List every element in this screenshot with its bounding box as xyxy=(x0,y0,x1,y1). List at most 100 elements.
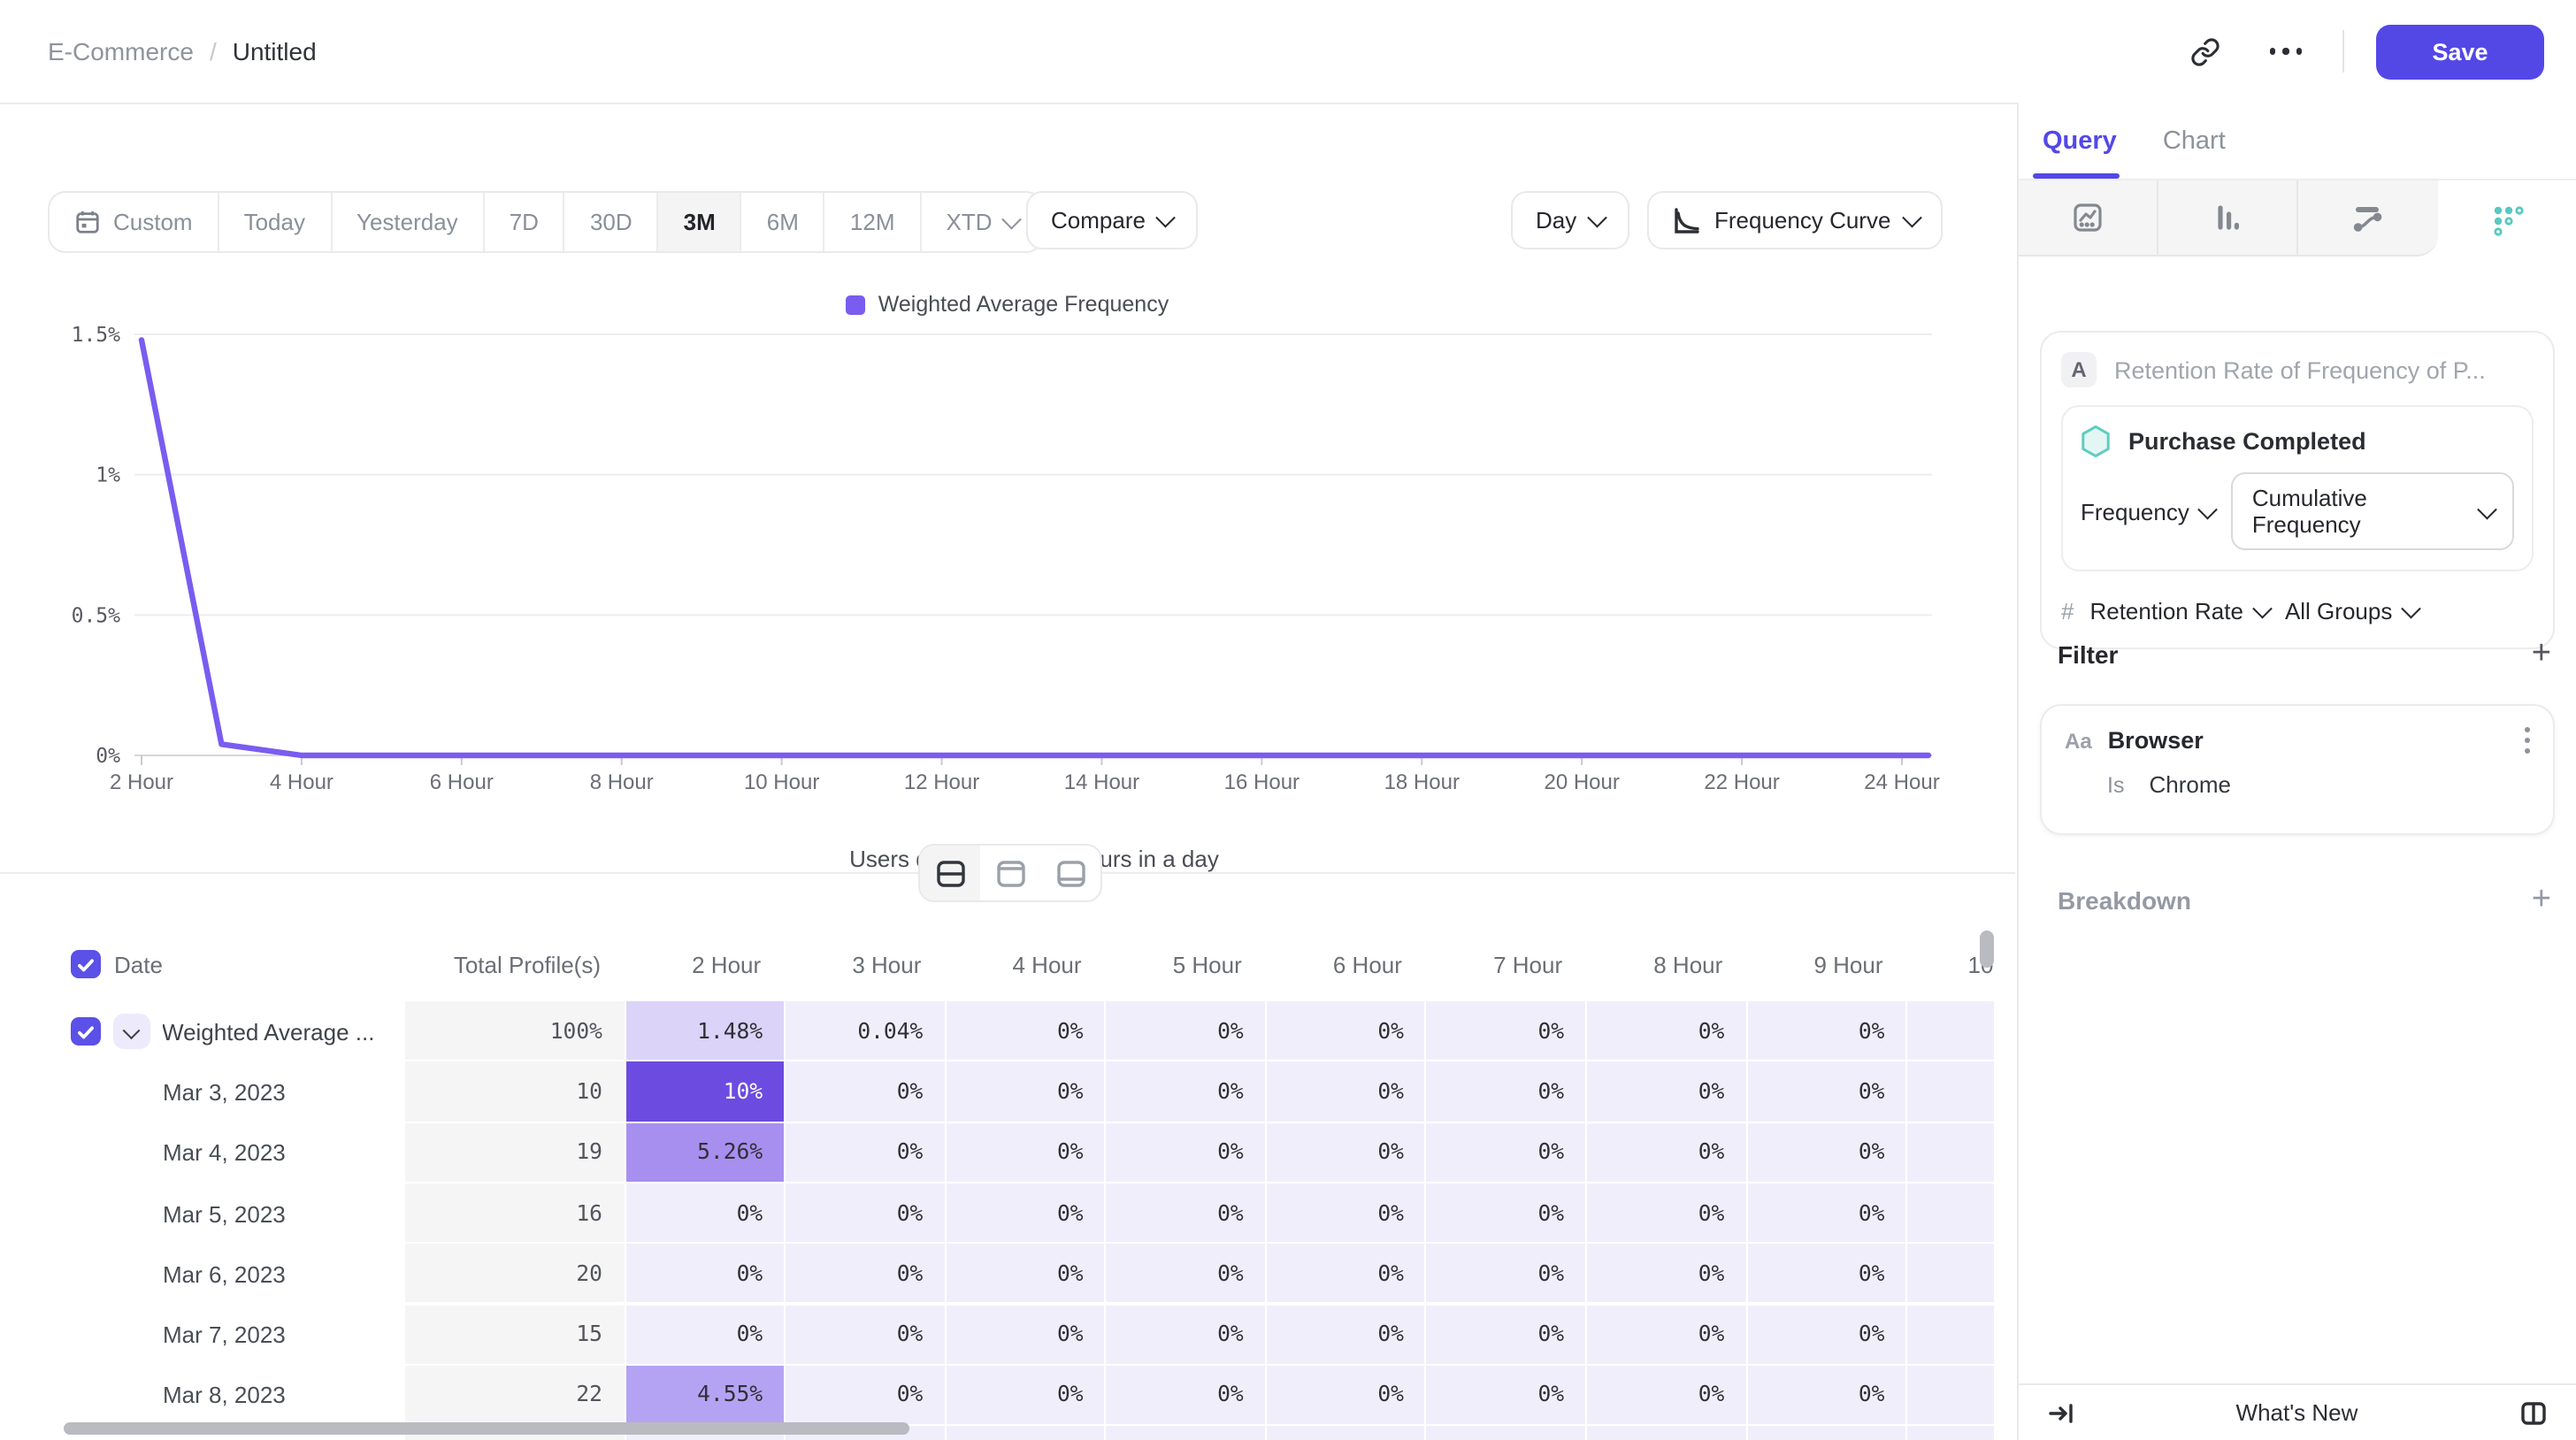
value-cell[interactable] xyxy=(1906,1305,1995,1366)
value-cell[interactable]: 0% xyxy=(1265,1122,1425,1183)
aggregation-dropdown[interactable]: Retention Rate xyxy=(2089,597,2268,624)
add-filter-button[interactable]: + xyxy=(2532,637,2551,670)
value-cell[interactable] xyxy=(1906,1062,1995,1123)
value-cell[interactable]: 0% xyxy=(1585,1122,1745,1183)
value-cell[interactable]: 0% xyxy=(1425,1183,1585,1245)
tab-chart[interactable]: Chart xyxy=(2163,126,2226,155)
breadcrumb-project[interactable]: E-Commerce xyxy=(48,37,194,65)
value-cell[interactable] xyxy=(1265,1426,1425,1440)
collapse-panel-button[interactable] xyxy=(2041,1393,2080,1432)
value-cell[interactable]: 0% xyxy=(784,1244,944,1305)
value-cell[interactable]: 4.55% xyxy=(624,1366,784,1427)
value-cell[interactable]: 0% xyxy=(1265,1244,1425,1305)
value-cell[interactable] xyxy=(1425,1426,1585,1440)
value-cell[interactable]: 5.26% xyxy=(624,1122,784,1183)
value-cell[interactable]: 0% xyxy=(944,1183,1104,1245)
value-cell[interactable] xyxy=(1906,1122,1995,1183)
value-cell[interactable]: 0% xyxy=(944,1366,1104,1427)
save-button[interactable]: Save xyxy=(2376,24,2544,79)
value-cell[interactable]: 0% xyxy=(784,1062,944,1123)
value-cell[interactable]: 0% xyxy=(1745,1183,1905,1245)
value-cell[interactable]: 0% xyxy=(1585,1305,1745,1366)
range-button-6m[interactable]: 6M xyxy=(740,193,824,251)
viz-tab-line-chart[interactable] xyxy=(2018,180,2158,257)
value-cell[interactable]: 0% xyxy=(624,1183,784,1245)
value-cell[interactable] xyxy=(944,1426,1104,1440)
range-button-7d[interactable]: 7D xyxy=(483,193,564,251)
value-cell[interactable]: 0% xyxy=(1425,1305,1585,1366)
value-cell[interactable]: 0% xyxy=(944,1305,1104,1366)
breadcrumb-report-title[interactable]: Untitled xyxy=(233,37,317,65)
value-cell[interactable]: 0% xyxy=(1425,1366,1585,1427)
value-cell[interactable]: 10% xyxy=(624,1062,784,1123)
filter-operator[interactable]: Is xyxy=(2107,772,2124,797)
query-step-header[interactable]: A Retention Rate of Frequency of P... xyxy=(2061,352,2534,387)
value-cell[interactable]: 0% xyxy=(1585,1001,1745,1062)
tab-query[interactable]: Query xyxy=(2043,126,2117,155)
range-button-xtd[interactable]: XTD xyxy=(920,193,1043,251)
value-cell[interactable] xyxy=(1105,1426,1265,1440)
value-cell[interactable]: 0% xyxy=(944,1244,1104,1305)
value-cell[interactable]: 0% xyxy=(1105,1122,1265,1183)
chart-only-toggle[interactable] xyxy=(980,846,1040,900)
select-all-checkbox[interactable] xyxy=(71,950,100,979)
viz-tab-flow[interactable] xyxy=(2299,180,2438,257)
value-cell[interactable]: 0% xyxy=(944,1062,1104,1123)
vertical-scrollbar[interactable] xyxy=(1979,931,1994,968)
range-button-3m[interactable]: 3M xyxy=(657,193,740,251)
range-button-30d[interactable]: 30D xyxy=(564,193,657,251)
value-cell[interactable]: 0% xyxy=(1585,1244,1745,1305)
measure-value-select[interactable]: Cumulative Frequency xyxy=(2231,472,2514,550)
range-button-12m[interactable]: 12M xyxy=(824,193,920,251)
value-cell[interactable]: 0% xyxy=(944,1122,1104,1183)
filter-kebab-menu[interactable] xyxy=(2525,727,2530,754)
viz-tab-dots-grid[interactable] xyxy=(2437,180,2576,257)
value-cell[interactable]: 0% xyxy=(1425,1001,1585,1062)
filter-value[interactable]: Chrome xyxy=(2149,771,2231,798)
whats-new-link[interactable]: What's New xyxy=(2236,1399,2358,1426)
add-breakdown-button[interactable]: + xyxy=(2532,883,2551,916)
value-cell[interactable]: 0% xyxy=(1745,1305,1905,1366)
value-cell[interactable]: 0% xyxy=(1105,1001,1265,1062)
value-cell[interactable]: 0% xyxy=(1265,1062,1425,1123)
compare-button[interactable]: Compare xyxy=(1026,191,1198,249)
toggle-panel-button[interactable] xyxy=(2514,1393,2553,1432)
value-cell[interactable]: 0% xyxy=(784,1366,944,1427)
value-cell[interactable]: 0% xyxy=(1425,1122,1585,1183)
row-checkbox[interactable] xyxy=(71,1017,100,1046)
value-cell[interactable]: 0% xyxy=(1265,1183,1425,1245)
value-cell[interactable]: 0% xyxy=(784,1183,944,1245)
split-view-toggle[interactable] xyxy=(920,846,980,900)
value-cell[interactable] xyxy=(1906,1366,1995,1427)
value-cell[interactable] xyxy=(1906,1001,1995,1062)
expand-row-button[interactable] xyxy=(112,1014,150,1049)
value-cell[interactable]: 0% xyxy=(1105,1244,1265,1305)
value-cell[interactable]: 0% xyxy=(1425,1244,1585,1305)
value-cell[interactable] xyxy=(1585,1426,1745,1440)
value-cell[interactable] xyxy=(1906,1426,1995,1440)
value-cell[interactable]: 0% xyxy=(624,1305,784,1366)
value-cell[interactable]: 0% xyxy=(1265,1305,1425,1366)
value-cell[interactable]: 0% xyxy=(784,1305,944,1366)
range-button-today[interactable]: Today xyxy=(218,193,330,251)
value-cell[interactable]: 0% xyxy=(1745,1366,1905,1427)
value-cell[interactable]: 0% xyxy=(1105,1183,1265,1245)
horizontal-scrollbar[interactable] xyxy=(64,1422,909,1435)
value-cell[interactable] xyxy=(1906,1183,1995,1245)
value-cell[interactable]: 0% xyxy=(1745,1001,1905,1062)
value-cell[interactable]: 0% xyxy=(944,1001,1104,1062)
value-cell[interactable]: 0% xyxy=(1585,1366,1745,1427)
value-cell[interactable]: 0% xyxy=(624,1244,784,1305)
viz-tab-bar-chart[interactable] xyxy=(2158,180,2299,257)
range-button-yesterday[interactable]: Yesterday xyxy=(330,193,483,251)
value-cell[interactable]: 0% xyxy=(1745,1062,1905,1123)
value-cell[interactable] xyxy=(1745,1426,1905,1440)
value-cell[interactable]: 0% xyxy=(1265,1001,1425,1062)
value-cell[interactable]: 0% xyxy=(1105,1062,1265,1123)
range-button-custom[interactable]: Custom xyxy=(50,193,218,251)
value-cell[interactable]: 0% xyxy=(1105,1366,1265,1427)
table-only-toggle[interactable] xyxy=(1040,846,1100,900)
value-cell[interactable]: 0% xyxy=(1585,1062,1745,1123)
measure-type-dropdown[interactable]: Frequency xyxy=(2081,498,2215,525)
value-cell[interactable]: 0% xyxy=(1745,1122,1905,1183)
